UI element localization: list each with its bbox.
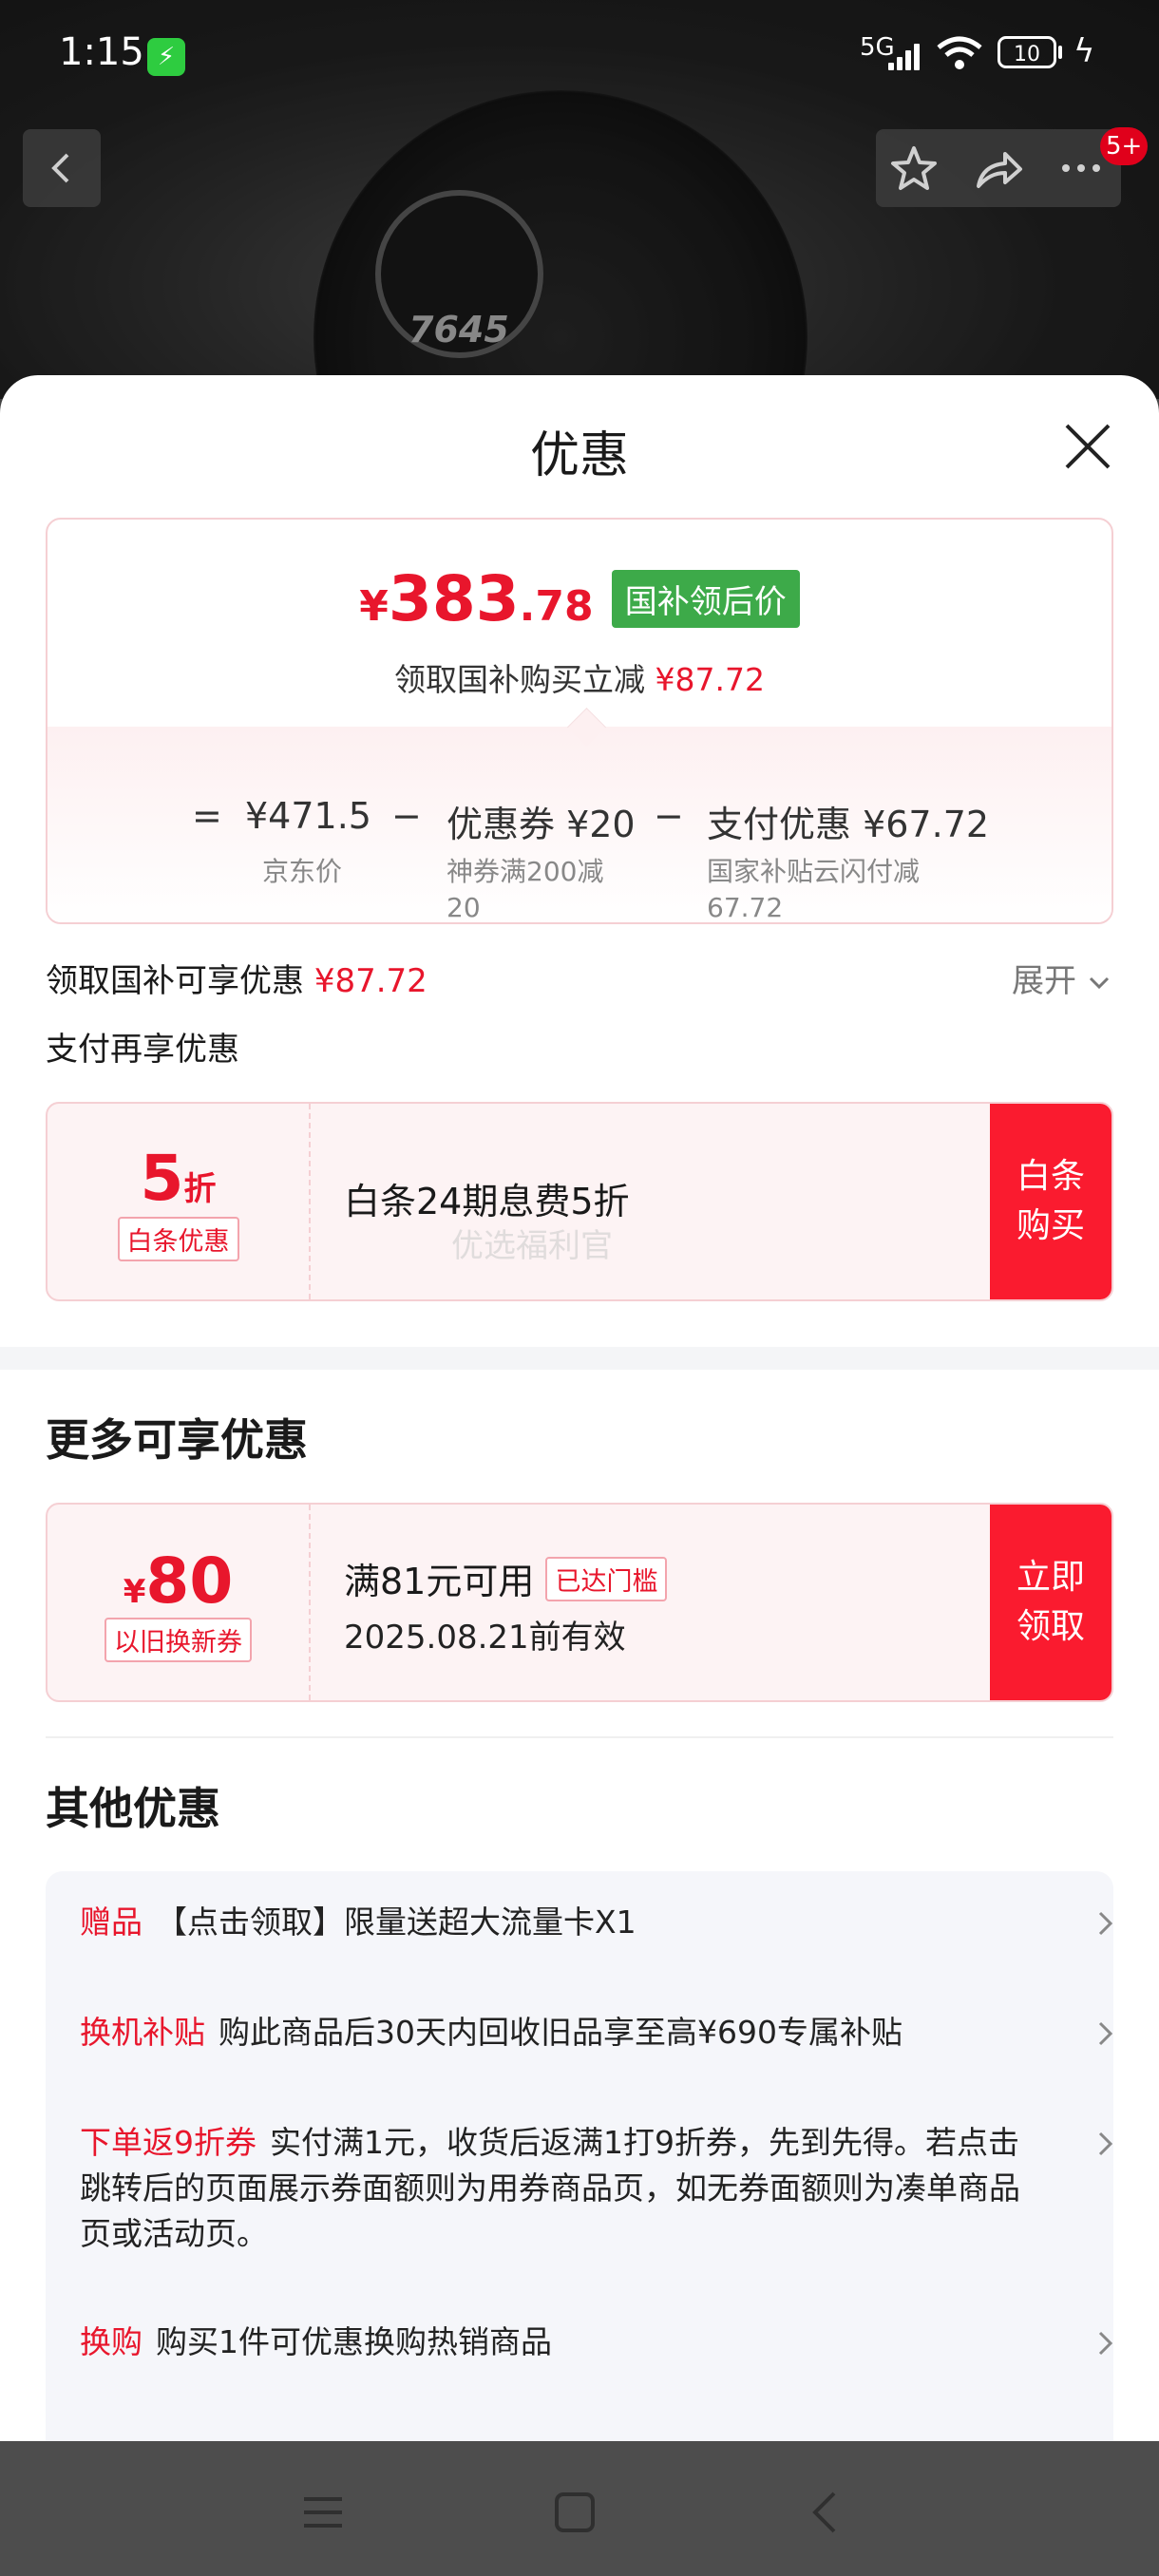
section-gap — [0, 1347, 1159, 1370]
product-actions — [876, 129, 1121, 207]
claim-coupon-button[interactable]: 立即 领取 — [990, 1505, 1112, 1700]
offer-text: 【点击领取】限量送超大流量卡X1 — [156, 1904, 636, 1941]
baitiao-coupon-left: 5折 白条优惠 — [48, 1104, 311, 1299]
pay-again-label: 支付再享优惠 — [46, 1031, 239, 1069]
subtitle-text: 领取国补购买立减 — [394, 661, 646, 698]
price-currency: ¥ — [359, 582, 389, 631]
subsidy-amount: ¥87.72 — [314, 962, 428, 1000]
pay-label-line1: 国家补贴云闪付减 — [707, 856, 921, 887]
charging-bolt-icon: ϟ — [1074, 32, 1095, 70]
home-icon[interactable] — [546, 2484, 603, 2541]
tradein-coupon: ¥80 以旧换新券 满81元可用 已达门槛 2025.08.21前有效 立即 领… — [46, 1503, 1113, 1702]
baitiao-buy-line2: 购买 — [1016, 1206, 1085, 1245]
share-button[interactable] — [960, 129, 1036, 207]
baitiao-coupon: 5折 白条优惠 白条24期息费5折 优选福利官 白条 购买 — [46, 1102, 1113, 1301]
expand-toggle[interactable]: 展开 — [1012, 955, 1112, 1001]
tradein-amount: ¥80 — [48, 1544, 309, 1618]
expand-label: 展开 — [1012, 962, 1076, 1000]
other-offers-list: 赠品 【点击领取】限量送超大流量卡X1 换机补贴 购此商品后30天内回收旧品享至高¥… — [46, 1871, 1113, 2460]
price-integer: 383 — [388, 562, 520, 635]
offer-text: 购此商品后30天内回收旧品享至高¥690专属补贴 — [218, 2014, 902, 2051]
payment-discount-label: 国家补贴云闪付减 67.72 — [707, 854, 921, 923]
status-bar: 1:15 ⚡ 5G 10 ϟ — [0, 0, 1159, 104]
wifi-icon — [937, 36, 982, 69]
coupon-label-line2: 20 — [446, 892, 481, 923]
battery-icon: 10 — [998, 36, 1056, 68]
charging-app-icon: ⚡ — [147, 38, 185, 76]
tradein-coupon-left: ¥80 以旧换新券 — [48, 1505, 311, 1700]
coupon-discount-label: 神券满200减 20 — [446, 854, 604, 923]
tradein-amount-number: 80 — [145, 1544, 234, 1618]
divider — [46, 1736, 1113, 1738]
coupon-discount: 优惠券 ¥20 — [446, 804, 636, 845]
tradein-currency: ¥ — [123, 1573, 146, 1611]
offer-text: 购买1件可优惠换购热销商品 — [156, 2323, 552, 2360]
chevron-right-icon — [1098, 2021, 1113, 2046]
baitiao-buy-button[interactable]: 白条 购买 — [990, 1104, 1112, 1299]
baitiao-discount-unit: 折 — [183, 1170, 217, 1208]
baitiao-description: 白条24期息费5折 — [344, 1181, 630, 1222]
equals-sign: = — [192, 795, 222, 837]
chevron-left-icon — [51, 153, 69, 183]
threshold-reached-tag: 已达门槛 — [545, 1557, 668, 1601]
message-count-badge: 5+ — [1100, 127, 1149, 165]
offer-item-exchange-purchase[interactable]: 换购 购买1件可优惠换购热销商品 — [80, 2320, 1030, 2365]
close-icon[interactable] — [1059, 418, 1116, 475]
base-price: ¥471.5 — [245, 795, 371, 837]
tradein-expiry: 2025.08.21前有效 — [344, 1619, 626, 1657]
final-price-card: ¥383.78 国补领后价 领取国补购买立减 ¥87.72 = ¥471.5 京… — [46, 518, 1113, 924]
offer-tag: 下单返9折券 — [80, 2124, 256, 2161]
offer-item-tradein-subsidy[interactable]: 换机补贴 购此商品后30天内回收旧品享至高¥690专属补贴 — [80, 2010, 1030, 2055]
price-subtitle: 领取国补购买立减 ¥87.72 — [48, 654, 1112, 700]
menu-icon[interactable] — [294, 2484, 352, 2541]
base-price-label: 京东价 — [262, 856, 343, 887]
star-icon — [891, 146, 937, 190]
back-button[interactable] — [23, 129, 101, 207]
more-offers-title: 更多可享优惠 — [46, 1414, 308, 1466]
signal-icon — [888, 40, 922, 70]
baitiao-tag: 白条优惠 — [117, 1217, 239, 1261]
tradein-tag: 以旧换新券 — [104, 1618, 252, 1662]
offer-item-gift[interactable]: 赠品 【点击领取】限量送超大流量卡X1 — [80, 1900, 1030, 1945]
chevron-right-icon — [1098, 2331, 1113, 2356]
share-icon — [977, 152, 1022, 188]
baitiao-discount-number: 5 — [140, 1142, 184, 1215]
price-formula: = ¥471.5 京东价 − 优惠券 ¥20 神券满200减 20 − 支付优惠… — [48, 707, 1112, 923]
baitiao-buy-line1: 白条 — [1016, 1157, 1085, 1196]
subtitle-amount: ¥87.72 — [655, 661, 765, 698]
system-nav-bar — [0, 2441, 1159, 2576]
minus-sign-1: − — [391, 795, 422, 837]
claim-button-line2: 领取 — [1016, 1607, 1085, 1646]
offer-tag: 赠品 — [80, 1904, 142, 1941]
battery-tip — [1058, 46, 1062, 59]
watermark-text: 优选福利官 — [451, 1227, 613, 1265]
offer-tag: 换购 — [80, 2323, 142, 2360]
price-decimal: .78 — [519, 582, 594, 631]
chevron-down-icon — [1089, 976, 1109, 990]
offer-tag: 换机补贴 — [80, 2014, 205, 2051]
subsidy-row: 领取国补可享优惠 ¥87.72 — [46, 955, 428, 1001]
offer-item-rebate-coupon[interactable]: 下单返9折券 实付满1元，收货后返满1打9折券，先到先得。若点击跳转后的页面展示券… — [80, 2120, 1030, 2257]
other-offers-title: 其他优惠 — [46, 1783, 220, 1834]
chevron-right-icon — [1098, 1911, 1113, 1936]
status-time: 1:15 — [59, 30, 144, 74]
minus-sign-2: − — [654, 795, 684, 837]
formula-notch — [566, 707, 607, 748]
final-price: ¥383.78 国补领后价 — [48, 562, 1112, 635]
tradein-condition: 满81元可用 — [344, 1561, 535, 1602]
claim-button-line1: 立即 — [1016, 1558, 1085, 1597]
sheet-title: 优惠 — [529, 427, 629, 484]
national-subsidy-price-tag: 国补领后价 — [611, 570, 800, 628]
baitiao-discount: 5折 — [48, 1142, 309, 1215]
favorite-button[interactable] — [876, 129, 952, 207]
pay-label-line2: 67.72 — [707, 892, 784, 923]
tradein-condition-row: 满81元可用 已达门槛 — [344, 1552, 668, 1604]
payment-discount: 支付优惠 ¥67.72 — [707, 804, 990, 845]
coupon-label-line1: 神券满200减 — [446, 856, 604, 887]
subsidy-label: 领取国补可享优惠 — [46, 962, 304, 1000]
chevron-right-icon — [1098, 2131, 1113, 2156]
back-nav-icon[interactable] — [798, 2484, 855, 2541]
